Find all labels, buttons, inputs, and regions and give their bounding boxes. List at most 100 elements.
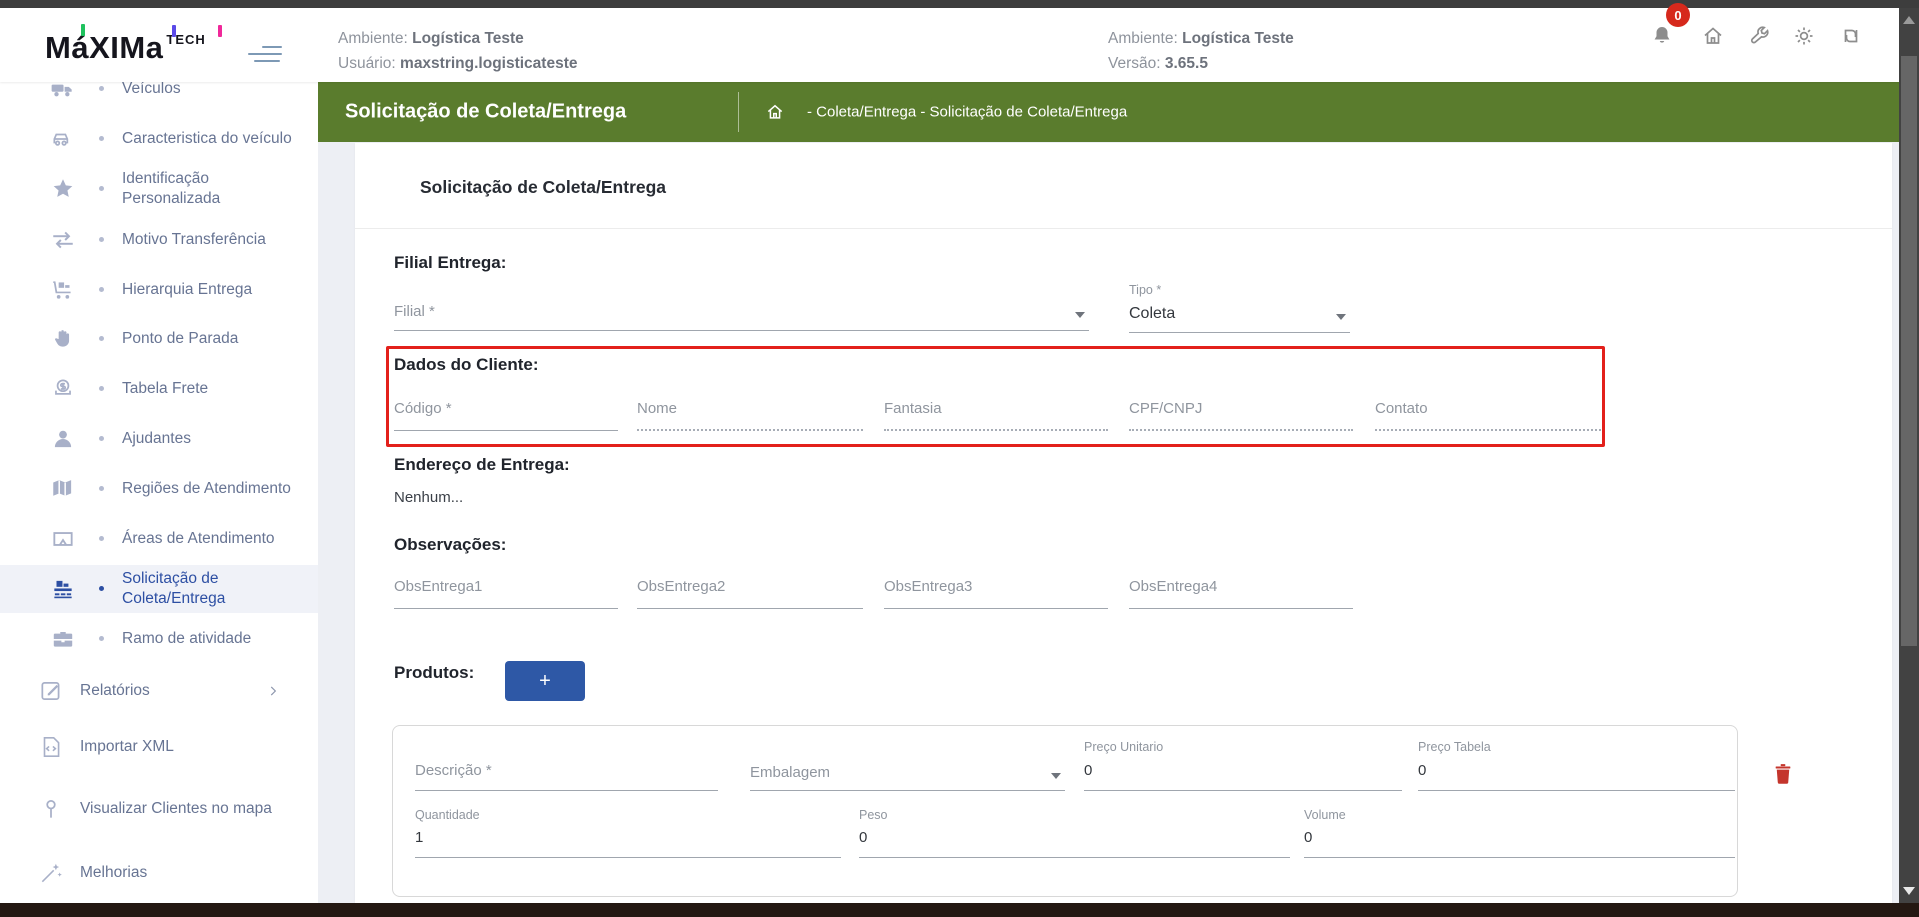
hand-icon [50, 326, 76, 352]
sidebar-item-veiculos[interactable]: Veículos [0, 82, 318, 113]
nome-input [637, 395, 863, 431]
section-endereco-entrega: Endereço de Entrega: [394, 455, 570, 475]
sidebar-item-hierarquia-entrega[interactable]: Hierarquia Entrega [0, 266, 318, 314]
sidebar-item-label: Importar XML [80, 737, 315, 757]
sidebar-item-label: Regiões de Atendimento [122, 479, 297, 499]
chevron-down-icon [1075, 312, 1085, 318]
codigo-input[interactable] [394, 395, 618, 431]
filial-select[interactable]: Filial * [394, 293, 1089, 331]
contato-input [1375, 395, 1601, 431]
sidebar-item-areas-atendimento[interactable]: Áreas de Atendimento [0, 515, 318, 563]
app-header: MáXIMaTECH Ambiente: Logística Teste Usu… [0, 8, 1899, 82]
volume-input[interactable] [1304, 826, 1735, 858]
sidebar-item-solicitacao-coleta-entrega[interactable]: Solicitação de Coleta/Entrega [0, 565, 318, 613]
notifications-bell-icon[interactable] [1650, 24, 1674, 48]
window-top-strip [0, 0, 1919, 8]
sidebar-item-label: Hierarquia Entrega [122, 280, 297, 300]
embalagem-placeholder: Embalagem [750, 764, 830, 781]
tipo-label: Tipo * [1129, 283, 1161, 297]
sidebar-item-visualizar-clientes-mapa[interactable]: Visualizar Clientes no mapa [0, 785, 318, 833]
sidebar-item-importar-xml[interactable]: Importar XML [0, 723, 318, 771]
sidebar-item-label: Motivo Transferência [122, 230, 297, 250]
peso-label: Peso [859, 808, 888, 822]
page-title-bar: Solicitação de Coleta/Entrega - Coleta/E… [318, 82, 1899, 142]
transfer-arrows-icon [50, 227, 76, 253]
breadcrumb-home-icon[interactable] [765, 102, 785, 122]
magic-wand-icon [38, 860, 64, 886]
logo-text: MáXIMa [45, 30, 163, 65]
sidebar-nav: Veículos Caracteristica do veículo Ident… [0, 82, 318, 903]
person-icon [50, 426, 76, 452]
scroll-up-arrow-icon[interactable] [1903, 16, 1915, 24]
sidebar-item-label: Ajudantes [122, 429, 297, 449]
bullet-dot [99, 136, 104, 141]
sidebar-item-ajudantes[interactable]: Ajudantes [0, 415, 318, 463]
chevron-down-icon [1336, 314, 1346, 320]
scrollbar-thumb[interactable] [1901, 56, 1917, 646]
bullet-dot [99, 86, 104, 91]
add-product-button[interactable]: + [505, 661, 585, 701]
delete-product-trash-icon[interactable] [1772, 761, 1794, 787]
vertical-scrollbar[interactable] [1899, 8, 1919, 903]
bullet-dot [99, 436, 104, 441]
scroll-down-arrow-icon[interactable] [1903, 887, 1915, 895]
money-icon [50, 376, 76, 402]
bullet-dot [99, 636, 104, 641]
app-window: MáXIMaTECH Ambiente: Logística Teste Usu… [0, 0, 1919, 917]
report-edit-icon [38, 678, 64, 704]
sidebar-item-ponto-de-parada[interactable]: Ponto de Parada [0, 315, 318, 363]
bullet-dot [99, 287, 104, 292]
plus-icon: + [539, 670, 551, 693]
area-frame-icon [50, 526, 76, 552]
tipo-select[interactable]: Tipo * Coleta [1129, 283, 1350, 333]
sidebar-item-caracteristica-veiculo[interactable]: Caracteristica do veículo [0, 115, 318, 163]
sidebar-item-melhorias[interactable]: Melhorias [0, 849, 318, 897]
chevron-down-icon [1051, 773, 1061, 779]
menu-toggle-icon[interactable] [248, 46, 284, 64]
logo-green-tick [81, 24, 85, 36]
obs-entrega3-input[interactable] [884, 573, 1108, 609]
sidebar-item-regioes-atendimento[interactable]: Regiões de Atendimento [0, 465, 318, 513]
divider [355, 228, 1892, 229]
sidebar-item-label: Caracteristica do veículo [122, 129, 297, 149]
sidebar-item-label: Veículos [122, 82, 297, 99]
notification-count-badge: 0 [1666, 3, 1690, 27]
obs-entrega2-input[interactable] [637, 573, 863, 609]
currency-shekel-icon[interactable] [1839, 24, 1863, 48]
volume-label: Volume [1304, 808, 1346, 822]
peso-input[interactable] [859, 826, 1290, 858]
sidebar-item-label: Ponto de Parada [122, 329, 297, 349]
form-title: Solicitação de Coleta/Entrega [420, 177, 666, 198]
section-observacoes: Observações: [394, 535, 506, 555]
settings-gear-icon[interactable] [1792, 24, 1816, 48]
bullet-dot [99, 336, 104, 341]
obs-entrega1-input[interactable] [394, 573, 618, 609]
sidebar-item-label: Áreas de Atendimento [122, 529, 297, 549]
page-title: Solicitação de Coleta/Entrega [345, 101, 626, 124]
sidebar-item-label: Visualizar Clientes no mapa [80, 799, 315, 819]
embalagem-select[interactable]: Embalagem [750, 758, 1065, 791]
preco-unitario-input[interactable] [1084, 758, 1402, 791]
briefcase-icon [50, 626, 76, 652]
product-row-card: Embalagem Preço Unitario Preço Tabela Qu… [392, 725, 1738, 897]
quantidade-input[interactable] [415, 826, 841, 858]
home-icon[interactable] [1701, 24, 1725, 48]
section-filial-entrega: Filial Entrega: [394, 253, 506, 273]
environment-info-secondary: Ambiente: Logística Teste Versão: 3.65.5 [1108, 26, 1294, 76]
sidebar-item-tabela-frete[interactable]: Tabela Frete [0, 365, 318, 413]
sidebar-item-identificacao-personalizada[interactable]: Identificação Personalizada [0, 165, 318, 213]
pagebar-divider [738, 92, 739, 132]
section-dados-cliente: Dados do Cliente: [394, 355, 539, 375]
obs-entrega4-input[interactable] [1129, 573, 1353, 609]
sidebar-item-motivo-transferencia[interactable]: Motivo Transferência [0, 216, 318, 264]
descricao-input[interactable] [415, 758, 718, 791]
filial-placeholder: Filial * [394, 303, 435, 320]
preco-tabela-input[interactable] [1418, 758, 1735, 791]
sidebar-item-ramo-atividade[interactable]: Ramo de atividade [0, 615, 318, 663]
sidebar-item-label: Tabela Frete [122, 379, 297, 399]
sidebar-item-relatorios[interactable]: Relatórios [0, 667, 318, 715]
tipo-value: Coleta [1129, 305, 1175, 323]
preco-unitario-label: Preço Unitario [1084, 740, 1163, 754]
wrench-icon[interactable] [1747, 24, 1771, 48]
brand-logo: MáXIMaTECH [45, 30, 206, 70]
